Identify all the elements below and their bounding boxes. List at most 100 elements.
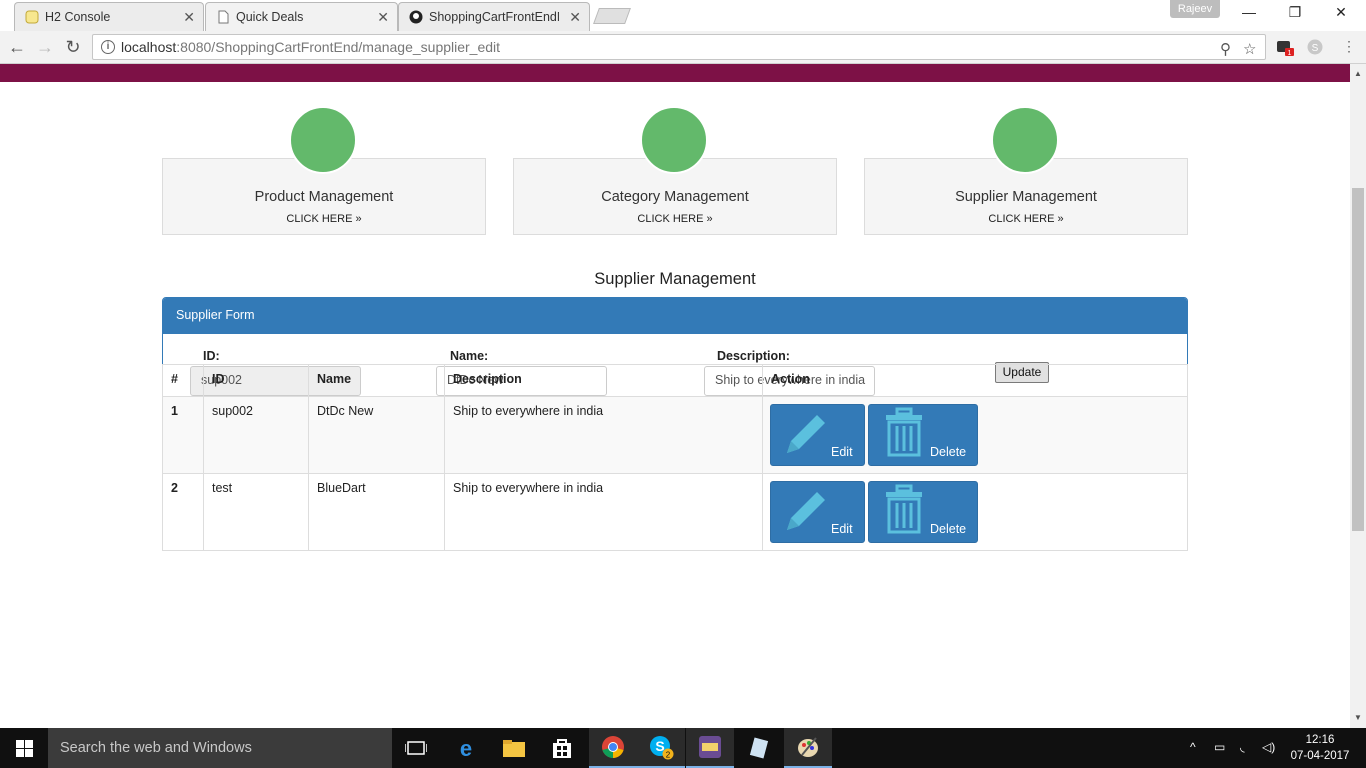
svg-text:e: e <box>460 737 472 759</box>
edit-button[interactable]: Edit <box>770 404 865 466</box>
pencil-icon <box>787 492 825 530</box>
skype-extension-icon[interactable]: S <box>1306 38 1324 56</box>
scroll-thumb[interactable] <box>1352 188 1364 531</box>
tab-quick-deals[interactable]: Quick Deals ✕ <box>205 2 398 31</box>
card-title: Product Management <box>254 189 394 205</box>
edit-label: Edit <box>831 445 853 459</box>
zoom-icon[interactable]: ⚲ <box>1220 38 1231 62</box>
close-window-icon[interactable]: ✕ <box>1318 4 1364 24</box>
card-title: Supplier Management <box>955 189 1097 205</box>
minimize-icon[interactable]: — <box>1226 4 1272 24</box>
bookmark-star-icon[interactable]: ☆ <box>1243 38 1256 62</box>
table-row: 1 sup002 DtDc New Ship to everywhere in … <box>162 396 1188 474</box>
edge-browser-icon[interactable]: e <box>442 728 490 768</box>
column-header: ID <box>203 364 309 397</box>
skype-icon[interactable]: S2 <box>637 728 685 768</box>
tab-label: ShoppingCartFrontEndM <box>429 10 559 24</box>
battery-icon[interactable]: ▭ <box>1214 740 1225 754</box>
column-header: # <box>162 364 204 397</box>
back-icon[interactable]: ← <box>6 36 28 58</box>
browser-toolbar: ← → ↻ i localhost:8080/ShoppingCartFront… <box>0 31 1366 64</box>
url-path: :8080/ShoppingCartFrontEnd/manage_suppli… <box>176 39 501 55</box>
volume-icon[interactable]: ◁) <box>1262 740 1275 754</box>
reload-icon[interactable]: ↻ <box>62 36 84 58</box>
taskbar-search-box[interactable]: Search the web and Windows <box>48 728 392 768</box>
tab-label: Quick Deals <box>236 10 304 24</box>
section-title: Supplier Management <box>594 270 756 288</box>
svg-text:S: S <box>1312 43 1319 54</box>
extension-icon[interactable]: 1 <box>1276 38 1294 57</box>
address-bar[interactable]: i localhost:8080/ShoppingCartFrontEnd/ma… <box>92 34 1266 60</box>
description-label: Description: <box>717 349 790 363</box>
table-header-row: # ID Name Description Action <box>162 364 1188 397</box>
delete-label: Delete <box>930 445 967 459</box>
windows-start-button[interactable] <box>0 728 48 768</box>
supplier-description-cell: Ship to everywhere in india <box>444 473 763 551</box>
trash-icon <box>886 407 922 457</box>
github-icon <box>409 10 423 24</box>
supplier-id-cell: test <box>203 473 309 551</box>
windows-taskbar: Search the web and Windows e S2 ^ ▭ ◟ ◁)… <box>0 728 1366 768</box>
page-scrollbar[interactable]: ▲ ▼ <box>1350 64 1366 728</box>
product-circle-icon <box>289 106 357 174</box>
supplier-circle-icon <box>991 106 1059 174</box>
click-here-link[interactable]: CLICK HERE » <box>865 213 1187 225</box>
file-explorer-icon[interactable] <box>490 728 538 768</box>
clock-time: 12:16 <box>1305 734 1335 746</box>
scroll-down-icon[interactable]: ▼ <box>1350 710 1366 726</box>
delete-label: Delete <box>930 522 967 536</box>
notes-app-icon[interactable] <box>735 728 783 768</box>
page-icon <box>216 10 230 24</box>
delete-button[interactable]: Delete <box>868 481 978 543</box>
restore-icon[interactable]: ❐ <box>1272 4 1318 24</box>
store-icon[interactable] <box>538 728 586 768</box>
brand-bar <box>0 64 1350 82</box>
forward-icon[interactable]: → <box>34 36 56 58</box>
click-here-link[interactable]: CLICK HERE » <box>514 213 836 225</box>
panel-heading: Supplier Form <box>163 298 1187 334</box>
game-app-icon[interactable] <box>686 728 734 768</box>
close-icon[interactable]: ✕ <box>183 9 195 26</box>
supplier-id-cell: sup002 <box>203 396 309 474</box>
clock-date: 07-04-2017 <box>1290 750 1350 762</box>
column-header: Name <box>308 364 445 397</box>
scroll-up-icon[interactable]: ▲ <box>1350 66 1366 82</box>
click-here-link[interactable]: CLICK HERE » <box>163 213 485 225</box>
wifi-icon[interactable]: ◟ <box>1240 740 1245 754</box>
edit-button[interactable]: Edit <box>770 481 865 543</box>
name-label: Name: <box>450 349 489 363</box>
profile-badge[interactable]: Rajeev <box>1170 0 1220 18</box>
info-icon[interactable]: i <box>101 40 115 54</box>
id-label: ID: <box>203 349 220 363</box>
supplier-name-cell: DtDc New <box>308 396 445 474</box>
menu-icon[interactable]: ⋮ <box>1340 38 1358 56</box>
extension-badge: 1 <box>1288 50 1292 56</box>
windows-logo-icon <box>16 740 33 757</box>
supplier-description-cell: Ship to everywhere in india <box>444 396 763 474</box>
taskbar-clock[interactable]: 12:16 07-04-2017 <box>1290 732 1350 764</box>
edit-label: Edit <box>831 522 853 536</box>
row-number: 1 <box>162 396 204 474</box>
table-row: 2 test BlueDart Ship to everywhere in in… <box>162 473 1188 551</box>
supplier-name-cell: BlueDart <box>308 473 445 551</box>
skype-badge: 2 <box>666 751 671 760</box>
column-header: Action <box>762 364 1188 397</box>
show-hidden-icons-icon[interactable]: ^ <box>1190 740 1196 754</box>
tab-h2-console[interactable]: H2 Console ✕ <box>14 2 204 31</box>
task-view-icon[interactable] <box>392 728 440 768</box>
category-circle-icon <box>640 106 708 174</box>
row-number: 2 <box>162 473 204 551</box>
column-header: Description <box>444 364 763 397</box>
pencil-icon <box>787 415 825 453</box>
close-icon[interactable]: ✕ <box>377 9 389 26</box>
tab-github[interactable]: ShoppingCartFrontEndM ✕ <box>398 2 590 31</box>
action-cell: Edit Delete <box>762 396 1188 474</box>
trash-icon <box>886 484 922 534</box>
close-icon[interactable]: ✕ <box>569 9 581 26</box>
delete-button[interactable]: Delete <box>868 404 978 466</box>
action-cell: Edit Delete <box>762 473 1188 551</box>
chrome-icon[interactable] <box>589 728 637 768</box>
paint-app-icon[interactable] <box>784 728 832 768</box>
new-tab-button[interactable] <box>593 8 631 24</box>
url-host: localhost <box>121 39 177 55</box>
